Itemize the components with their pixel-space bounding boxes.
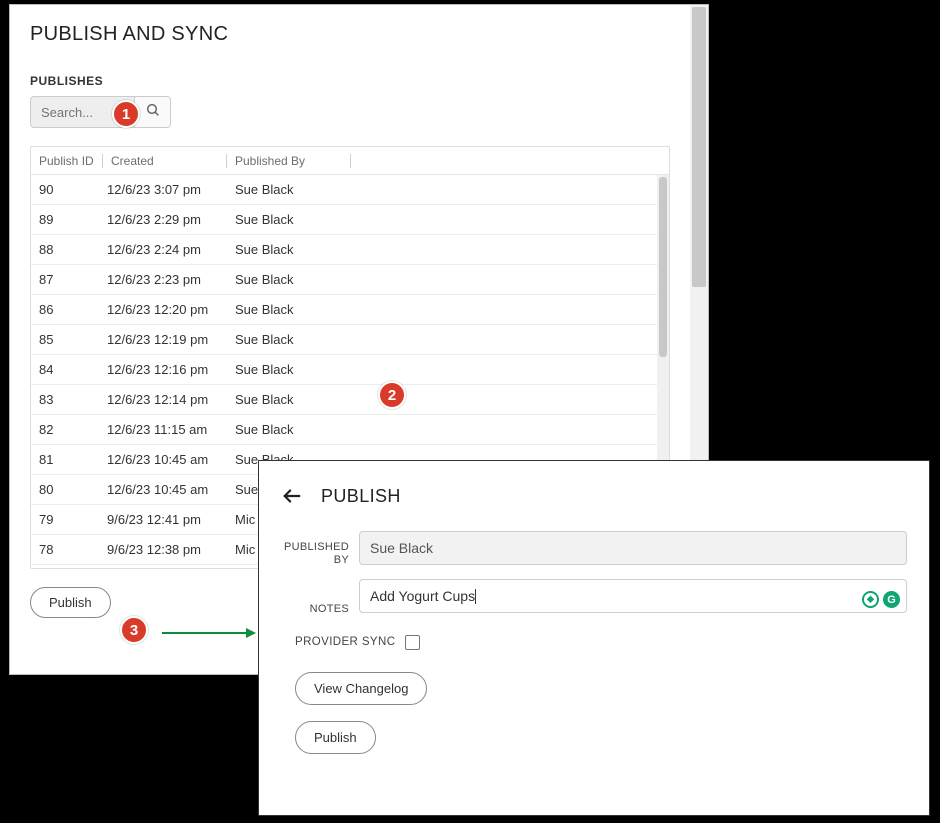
cell-publish-id: 83 (31, 392, 103, 407)
publish-modal: PUBLISH PUBLISHED BY Sue Black NOTES Add… (258, 460, 930, 816)
cell-created: 12/6/23 2:23 pm (103, 272, 227, 287)
published-by-field[interactable]: Sue Black (359, 531, 907, 565)
cell-publish-id: 81 (31, 452, 103, 467)
provider-sync-row: PROVIDER SYNC (295, 635, 907, 650)
back-button[interactable] (281, 485, 303, 507)
cell-published-by: Sue Black (227, 362, 657, 377)
cell-created: 12/6/23 10:45 am (103, 482, 227, 497)
cell-publish-id: 79 (31, 512, 103, 527)
notes-row: NOTES Add Yogurt Cups ⬥ G (281, 579, 907, 616)
view-changelog-button[interactable]: View Changelog (295, 672, 427, 705)
cell-created: 12/6/23 10:45 am (103, 452, 227, 467)
table-row[interactable]: 8412/6/23 12:16 pmSue Black (31, 355, 657, 385)
table-row[interactable]: 8812/6/23 2:24 pmSue Black (31, 235, 657, 265)
provider-sync-checkbox[interactable] (405, 635, 420, 650)
cell-publish-id: 86 (31, 302, 103, 317)
arrow-left-icon (281, 485, 303, 507)
callout-badge-1: 1 (112, 100, 140, 128)
provider-sync-label: PROVIDER SYNC (295, 636, 395, 648)
cell-publish-id: 88 (31, 242, 103, 257)
grammarly-bulb-icon[interactable]: ⬥ (862, 591, 879, 608)
cell-published-by: Sue Black (227, 332, 657, 347)
table-row[interactable]: 8212/6/23 11:15 amSue Black (31, 415, 657, 445)
cell-publish-id: 82 (31, 422, 103, 437)
cell-published-by: Sue Black (227, 242, 657, 257)
text-cursor (475, 589, 476, 604)
cell-created: 12/6/23 11:15 am (103, 422, 227, 437)
cell-publish-id: 90 (31, 182, 103, 197)
search-icon (145, 102, 161, 123)
modal-publish-button[interactable]: Publish (295, 721, 376, 754)
table-row[interactable]: 9012/6/23 3:07 pmSue Black (31, 175, 657, 205)
page-title: PUBLISH AND SYNC (30, 23, 670, 46)
cell-publish-id: 80 (31, 482, 103, 497)
notes-field[interactable]: Add Yogurt Cups ⬥ G (359, 579, 907, 613)
grammarly-g-icon[interactable]: G (883, 591, 900, 608)
cell-created: 9/6/23 12:38 pm (103, 542, 227, 557)
cell-published-by: Sue Black (227, 272, 657, 287)
cell-created: 12/6/23 3:07 pm (103, 182, 227, 197)
callout-badge-2: 2 (378, 381, 406, 409)
callout-badge-3: 3 (120, 616, 148, 644)
cell-created: 12/6/23 2:24 pm (103, 242, 227, 257)
cell-published-by: Sue Black (227, 302, 657, 317)
cell-published-by: Sue Black (227, 212, 657, 227)
cell-created: 12/6/23 12:14 pm (103, 392, 227, 407)
cell-published-by: Sue Black (227, 422, 657, 437)
publishes-section-label: PUBLISHES (30, 74, 670, 88)
modal-header: PUBLISH (281, 485, 907, 507)
panel-scrollbar-thumb[interactable] (692, 7, 706, 287)
cell-created: 12/6/23 12:16 pm (103, 362, 227, 377)
col-published-by[interactable]: Published By (227, 154, 351, 168)
grammarly-widget[interactable]: ⬥ G (862, 591, 900, 608)
table-row[interactable]: 8912/6/23 2:29 pmSue Black (31, 205, 657, 235)
cell-created: 12/6/23 12:20 pm (103, 302, 227, 317)
cell-publish-id: 87 (31, 272, 103, 287)
cell-created: 9/6/23 12:41 pm (103, 512, 227, 527)
table-row[interactable]: 8312/6/23 12:14 pmSue Black (31, 385, 657, 415)
col-publish-id[interactable]: Publish ID (31, 154, 103, 168)
cell-publish-id: 85 (31, 332, 103, 347)
table-scrollbar-thumb[interactable] (659, 177, 667, 357)
table-row[interactable]: 8712/6/23 2:23 pmSue Black (31, 265, 657, 295)
published-by-row: PUBLISHED BY Sue Black (281, 531, 907, 567)
modal-title: PUBLISH (321, 486, 401, 507)
cell-publish-id: 89 (31, 212, 103, 227)
published-by-value: Sue Black (370, 540, 433, 556)
search-button[interactable] (135, 96, 171, 128)
table-row[interactable]: 8612/6/23 12:20 pmSue Black (31, 295, 657, 325)
table-header: Publish ID Created Published By (31, 147, 669, 175)
published-by-label: PUBLISHED BY (281, 531, 359, 567)
notes-label: NOTES (281, 579, 359, 616)
notes-value: Add Yogurt Cups (370, 588, 475, 604)
col-created[interactable]: Created (103, 154, 227, 168)
cell-publish-id: 78 (31, 542, 103, 557)
publish-button[interactable]: Publish (30, 587, 111, 618)
table-row[interactable]: 8512/6/23 12:19 pmSue Black (31, 325, 657, 355)
cell-created: 12/6/23 12:19 pm (103, 332, 227, 347)
cell-created: 12/6/23 2:29 pm (103, 212, 227, 227)
cell-published-by: Sue Black (227, 182, 657, 197)
cell-publish-id: 84 (31, 362, 103, 377)
cell-published-by: Sue Black (227, 392, 657, 407)
